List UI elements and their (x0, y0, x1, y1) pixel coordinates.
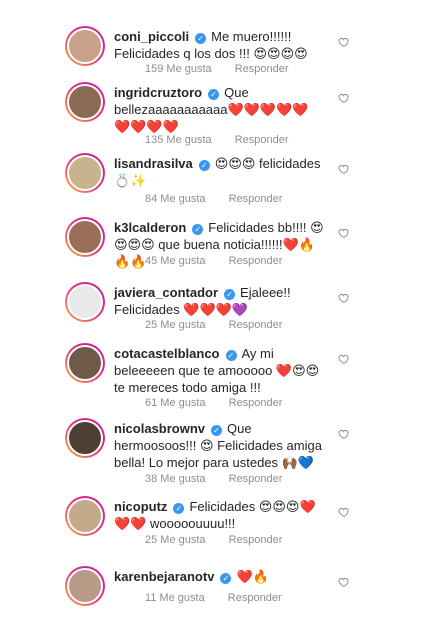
verified-badge-icon: ✓ (225, 350, 237, 361)
reply-button[interactable]: Responder (229, 397, 283, 409)
comment-body: nicoputz ✓ Felicidades 😍😍😍❤️❤️❤️ wooooouuu… (114, 498, 324, 532)
comment-body: ingridcruztoro ✓ Que bellezaaaaaaaaaaa❤️❤️… (114, 84, 324, 135)
reply-button[interactable]: Responder (229, 193, 283, 205)
avatar-ring[interactable] (65, 343, 105, 383)
like-heart-icon[interactable] (338, 576, 350, 588)
reply-button[interactable]: Responder (229, 255, 283, 267)
comment-likes[interactable]: 45 Me gusta (145, 255, 206, 267)
reply-button[interactable]: Responder (229, 473, 283, 485)
comment-username[interactable]: nicoputz (114, 499, 167, 514)
avatar[interactable] (67, 84, 103, 120)
comment-username[interactable]: ingridcruztoro (114, 85, 202, 100)
comment-meta: 25 Me gusta Responder (145, 534, 282, 546)
comment-meta: 25 Me gusta Responder (145, 319, 282, 331)
avatar[interactable] (67, 284, 103, 320)
avatar-ring[interactable] (65, 496, 105, 536)
comment-body: lisandrasilva ✓ 😍😍😍 felicidades 💍✨ (114, 155, 324, 189)
like-heart-icon[interactable] (338, 163, 350, 175)
avatar[interactable] (67, 219, 103, 255)
comment-username[interactable]: javiera_contador (114, 285, 218, 300)
verified-badge-icon: ✓ (198, 160, 210, 171)
comment-body: cotacastelblanco ✓ Ay mi beleeeeen que te … (114, 345, 324, 396)
verified-badge-icon: ✓ (224, 289, 236, 300)
comment-username[interactable]: coni_piccoli (114, 29, 189, 44)
comment-body: javiera_contador ✓ Ejaleee!! Felicidades ❤… (114, 284, 324, 318)
comment-likes[interactable]: 11 Me gusta (145, 592, 205, 604)
comment-meta: 84 Me gusta Responder (145, 193, 282, 205)
comment-likes[interactable]: 38 Me gusta (145, 473, 206, 485)
reply-button[interactable]: Responder (235, 63, 289, 75)
comment-likes[interactable]: 84 Me gusta (145, 193, 206, 205)
comment-body: nicolasbrownv ✓ Que hermoosoos!!! 😍 Felici… (114, 420, 324, 471)
comment-username[interactable]: cotacastelblanco (114, 346, 220, 361)
comment-username[interactable]: nicolasbrownv (114, 421, 205, 436)
avatar[interactable] (67, 498, 103, 534)
comment-meta: 159 Me gusta Responder (145, 63, 289, 75)
avatar[interactable] (67, 28, 103, 64)
comment-likes[interactable]: 159 Me gusta (145, 63, 212, 75)
avatar-ring[interactable] (65, 82, 105, 122)
comment-likes[interactable]: 25 Me gusta (145, 534, 206, 546)
avatar[interactable] (67, 420, 103, 456)
like-heart-icon[interactable] (338, 506, 350, 518)
comment-text: ❤️🔥 (236, 569, 269, 584)
comment-username[interactable]: k3lcalderon (114, 220, 186, 235)
comment-body: karenbejaranotv ✓ ❤️🔥 (114, 568, 324, 585)
reply-button[interactable]: Responder (228, 592, 282, 604)
avatar[interactable] (67, 568, 103, 604)
avatar[interactable] (67, 155, 103, 191)
verified-badge-icon: ✓ (173, 503, 185, 514)
comment-meta: 45 Me gusta Responder (145, 255, 282, 267)
avatar-ring[interactable] (65, 282, 105, 322)
comment-meta: 11 Me gusta Responder (145, 592, 282, 604)
comment-likes[interactable]: 135 Me gusta (145, 134, 212, 146)
like-heart-icon[interactable] (338, 36, 350, 48)
comment-username[interactable]: karenbejaranotv (114, 569, 214, 584)
verified-badge-icon: ✓ (208, 89, 220, 100)
like-heart-icon[interactable] (338, 292, 350, 304)
verified-badge-icon: ✓ (220, 573, 232, 584)
comment-username[interactable]: lisandrasilva (114, 156, 193, 171)
verified-badge-icon: ✓ (192, 224, 204, 235)
avatar[interactable] (67, 345, 103, 381)
reply-button[interactable]: Responder (229, 534, 283, 546)
avatar-ring[interactable] (65, 153, 105, 193)
like-heart-icon[interactable] (338, 227, 350, 239)
comment-body: coni_piccoli ✓ Me muero!!!!!! Felicidades … (114, 28, 324, 62)
reply-button[interactable]: Responder (229, 319, 283, 331)
verified-badge-icon: ✓ (195, 33, 207, 44)
verified-badge-icon: ✓ (211, 425, 223, 436)
comment-likes[interactable]: 61 Me gusta (145, 397, 206, 409)
avatar-ring[interactable] (65, 26, 105, 66)
comment-meta: 61 Me gusta Responder (145, 397, 282, 409)
reply-button[interactable]: Responder (235, 134, 289, 146)
comment-meta: 135 Me gusta Responder (145, 134, 289, 146)
like-heart-icon[interactable] (338, 92, 350, 104)
avatar-ring[interactable] (65, 217, 105, 257)
like-heart-icon[interactable] (338, 428, 350, 440)
comment-likes[interactable]: 25 Me gusta (145, 319, 206, 331)
like-heart-icon[interactable] (338, 353, 350, 365)
comment-meta: 38 Me gusta Responder (145, 473, 282, 485)
avatar-ring[interactable] (65, 418, 105, 458)
avatar-ring[interactable] (65, 566, 105, 606)
